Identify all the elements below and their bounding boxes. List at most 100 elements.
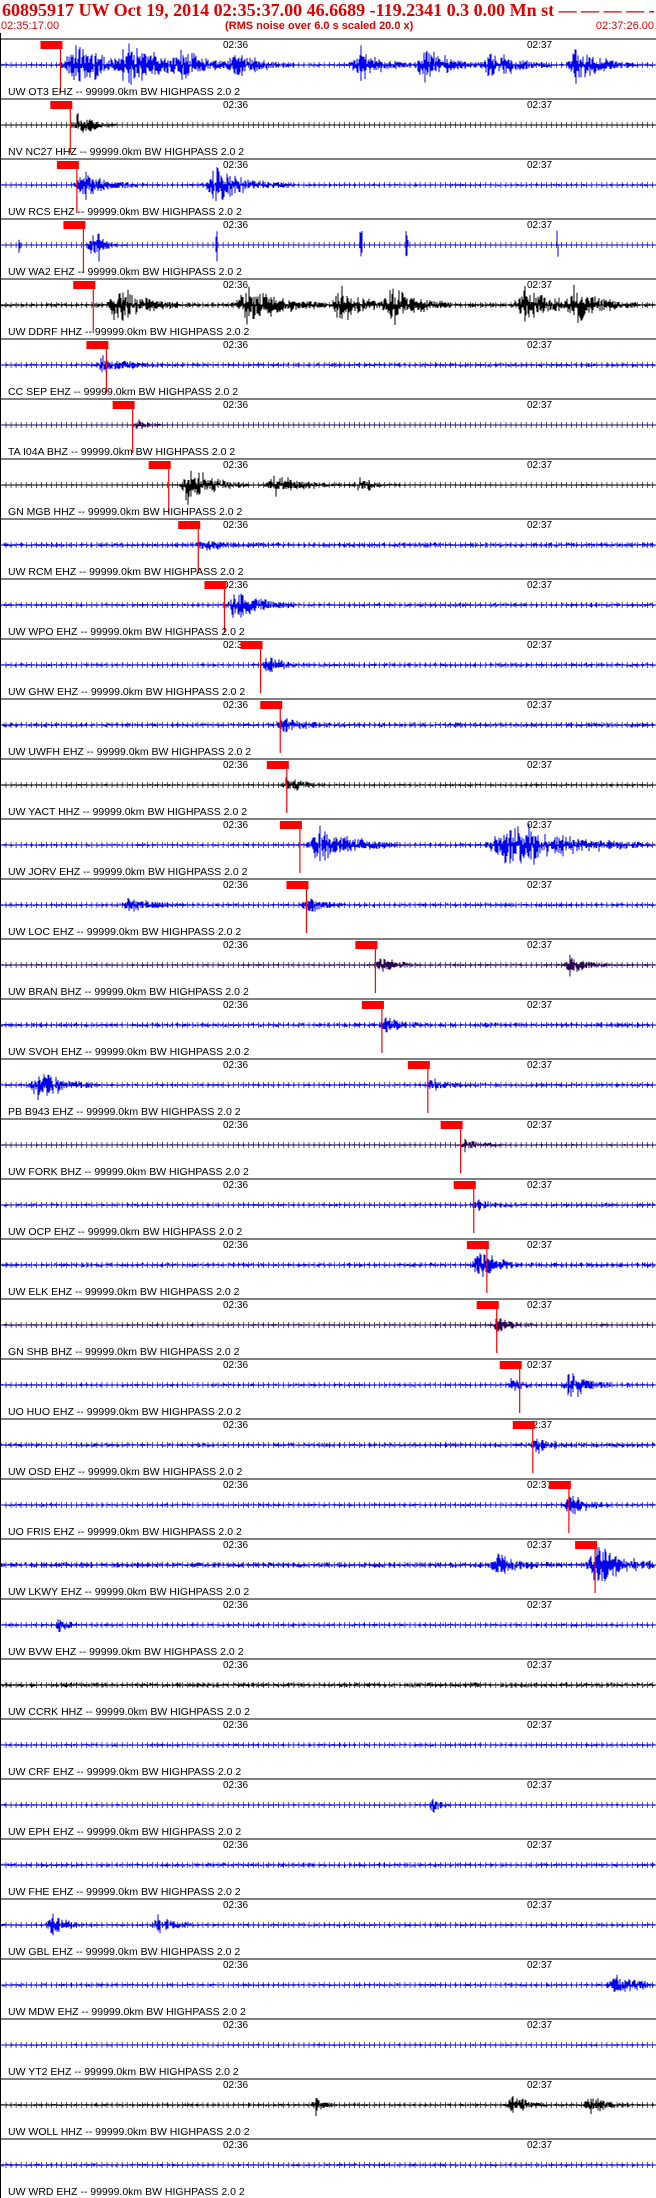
trace-row: 02:36 02:37 UW DDRF HHZ -- 99999.0km BW HI…	[0, 278, 656, 338]
pick-flag	[204, 581, 227, 589]
minute-tick-label: 02:36	[223, 220, 248, 231]
minute-tick-label: 02:36	[223, 1360, 248, 1371]
pick-flag	[178, 521, 201, 529]
waveform	[0, 419, 655, 430]
pick-flag	[355, 941, 378, 949]
waveform	[0, 823, 655, 865]
trace-row: 02:36 02:37 UW JORV EHZ -- 99999.0km BW HI…	[0, 818, 656, 878]
minute-tick-label: 02:36	[223, 340, 248, 351]
station-label: UO FRIS EHZ -- 99999.0km BW HIGHPASS 2.0…	[8, 1526, 242, 1538]
pick-flag	[575, 1541, 598, 1549]
station-label: UW BRAN BHZ -- 99999.0km BW HIGHPASS 2.0…	[8, 986, 249, 998]
minute-tick-label: 02:37	[527, 1900, 552, 1911]
seismogram-plot: 02:36 02:37 UW OT3 EHZ -- 99999.0km BW HIG…	[0, 33, 656, 2198]
minute-tick-label: 02:37	[527, 1600, 552, 1611]
pick-flag	[361, 1001, 384, 1009]
station-label: UO HUO EHZ -- 99999.0km BW HIGHPASS 2.0 …	[8, 1406, 241, 1418]
trace-row: 02:36 02:37 UW YT2 EHZ -- 99999.0km BW HIG…	[0, 2018, 656, 2078]
minute-tick-label: 02:37	[527, 160, 552, 171]
station-label: UW FHE EHZ -- 99999.0km BW HIGHPASS 2.0 …	[8, 1886, 241, 1898]
pick-flag	[50, 101, 73, 109]
minute-tick-label: 02:37	[527, 280, 552, 291]
event-title: 60895917 UW Oct 19, 2014 02:35:37.00 46.…	[2, 0, 656, 20]
minute-tick-label: 02:37	[527, 1540, 552, 1551]
station-label: UW RCM EHZ -- 99999.0km BW HIGHPASS 2.0 …	[8, 566, 244, 578]
trace-row: 02:36 02:37 CC SEP EHZ -- 99999.0km BW HIG…	[0, 338, 656, 398]
pick-flag	[548, 1481, 571, 1489]
minute-tick-label: 02:37	[527, 1300, 552, 1311]
pick-flag	[286, 881, 309, 889]
trace-row: 02:36 02:37 UW OCP EHZ -- 99999.0km BW HIG…	[0, 1178, 656, 1238]
minute-tick-label: 02:37	[527, 2140, 552, 2151]
station-label: UW EPH EHZ -- 99999.0km BW HIGHPASS 2.0 …	[8, 1826, 241, 1838]
station-label: UW MDW EHZ -- 99999.0km BW HIGHPASS 2.0 …	[8, 2006, 246, 2018]
minute-tick-label: 02:36	[223, 1600, 248, 1611]
minute-tick-label: 02:36	[223, 2080, 248, 2091]
minute-tick-label: 02:37	[527, 1060, 552, 1071]
trace-row: 02:36 02:37 UW MDW EHZ -- 99999.0km BW HIG…	[0, 1958, 656, 2018]
waveform	[0, 777, 655, 791]
minute-tick-label: 02:36	[223, 1240, 248, 1251]
waveform	[0, 470, 655, 505]
station-label: UW YT2 EHZ -- 99999.0km BW HIGHPASS 2.0 …	[8, 2066, 239, 2078]
minute-tick-label: 02:36	[223, 1300, 248, 1311]
minute-tick-label: 02:37	[527, 1360, 552, 1371]
trace-row: 02:36 02:37 UW WPO EHZ -- 99999.0km BW HIG…	[0, 578, 656, 638]
minute-tick-label: 02:37	[527, 1720, 552, 1731]
waveform	[0, 954, 655, 977]
minute-tick-label: 02:37	[527, 1660, 552, 1671]
minute-tick-label: 02:36	[223, 520, 248, 531]
minute-tick-label: 02:37	[527, 2020, 552, 2031]
pick-flag	[260, 701, 283, 709]
waveform	[0, 1913, 655, 1936]
trace-row: 02:36 02:37 UW GBL EHZ -- 99999.0km BW HIG…	[0, 1898, 656, 1958]
trace-row: 02:36 02:37 TA I04A BHZ -- 99999.0km BW HI…	[0, 398, 656, 458]
station-label: UW FORK BHZ -- 99999.0km BW HIGHPASS 2.0…	[8, 1166, 249, 1178]
trace-row: 02:36 02:37 UW SVOH EHZ -- 99999.0km BW HI…	[0, 998, 656, 1058]
trace-row: 02:36 02:37 UW ELK EHZ -- 99999.0km BW HIG…	[0, 1238, 656, 1298]
pick-flag	[240, 641, 263, 649]
minute-tick-label: 02:36	[223, 1180, 248, 1191]
minute-tick-label: 02:36	[223, 2020, 248, 2031]
station-label: UW LKWY EHZ -- 99999.0km BW HIGHPASS 2.0…	[8, 1586, 249, 1598]
minute-tick-label: 02:37	[527, 1780, 552, 1791]
minute-tick-label: 02:36	[223, 1540, 248, 1551]
station-label: GN MGB HHZ -- 99999.0km BW HIGHPASS 2.0 …	[8, 506, 243, 518]
station-label: UW LOC EHZ -- 99999.0km BW HIGHPASS 2.0 …	[8, 926, 241, 938]
station-label: UW ELK EHZ -- 99999.0km BW HIGHPASS 2.0 …	[8, 1286, 240, 1298]
station-label: UW CRF EHZ -- 99999.0km BW HIGHPASS 2.0 …	[8, 1766, 241, 1778]
minute-tick-label: 02:36	[223, 1840, 248, 1851]
minute-tick-label: 02:37	[527, 1120, 552, 1131]
trace-row: 02:36 02:37 UW FHE EHZ -- 99999.0km BW HIG…	[0, 1838, 656, 1898]
trace-row: 02:36 02:37 UW YACT HHZ -- 99999.0km BW HI…	[0, 758, 656, 818]
minute-tick-label: 02:36	[223, 1000, 248, 1011]
pick-flag	[56, 161, 79, 169]
trace-row: 02:36 02:37 UW LOC EHZ -- 99999.0km BW HIG…	[0, 878, 656, 938]
pick-flag	[453, 1181, 476, 1189]
minute-tick-label: 02:37	[527, 1000, 552, 1011]
minute-tick-label: 02:36	[223, 1720, 248, 1731]
waveform	[0, 540, 655, 551]
minute-tick-label: 02:37	[527, 640, 552, 651]
trace-row: 02:36 02:37 NV NC27 HHZ -- 99999.0km BW HI…	[0, 98, 656, 158]
waveform	[0, 43, 655, 85]
station-label: UW RCS EHZ -- 99999.0km BW HIGHPASS 2.0 …	[8, 206, 242, 218]
waveform	[0, 230, 655, 262]
minute-tick-label: 02:36	[223, 580, 248, 591]
minute-tick-label: 02:37	[527, 2080, 552, 2091]
minute-tick-label: 02:37	[527, 1840, 552, 1851]
station-label: UW GHW EHZ -- 99999.0km BW HIGHPASS 2.0 …	[8, 686, 245, 698]
trace-row: 02:36 02:37 UW UWFH EHZ -- 99999.0km BW HI…	[0, 698, 656, 758]
minute-tick-label: 02:37	[527, 1960, 552, 1971]
station-label: UW YACT HHZ -- 99999.0km BW HIGHPASS 2.0…	[8, 806, 247, 818]
minute-tick-label: 02:36	[223, 1660, 248, 1671]
minute-tick-label: 02:36	[223, 160, 248, 171]
trace-row: 02:36 02:37 UO FRIS EHZ -- 99999.0km BW HI…	[0, 1478, 656, 1538]
minute-tick-label: 02:36	[223, 1960, 248, 1971]
waveform	[0, 355, 655, 373]
station-label: UW BVW EHZ -- 99999.0km BW HIGHPASS 2.0 …	[8, 1646, 244, 1658]
minute-tick-label: 02:37	[527, 700, 552, 711]
station-label: UW OT3 EHZ -- 99999.0km BW HIGHPASS 2.0 …	[8, 86, 240, 98]
trace-row: 02:36 02:37 UW WRD EHZ -- 99999.0km BW HIG…	[0, 2138, 656, 2198]
station-label: GN SHB BHZ -- 99999.0km BW HIGHPASS 2.0 …	[8, 1346, 240, 1358]
